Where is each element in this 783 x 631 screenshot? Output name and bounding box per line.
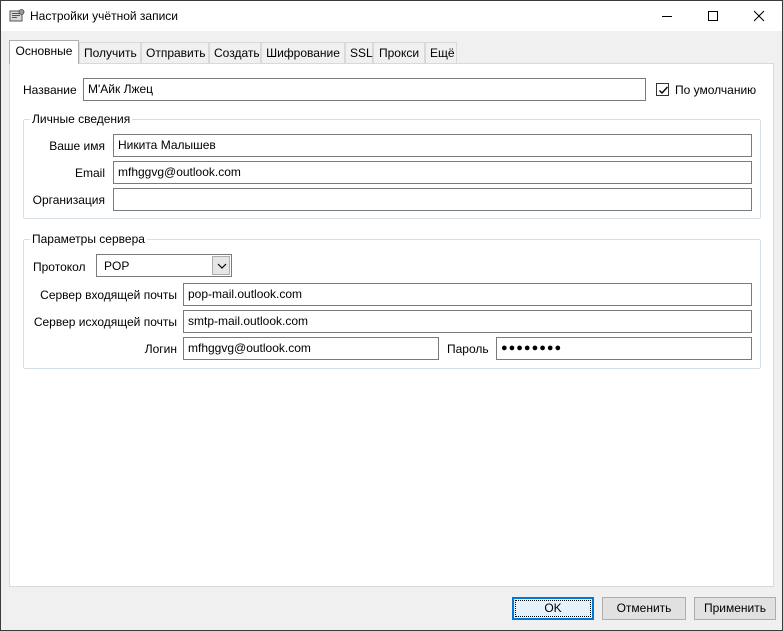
chevron-down-icon	[217, 263, 227, 269]
title-bar[interactable]: Настройки учётной записи	[1, 1, 782, 31]
protocol-dropdown-button[interactable]	[212, 256, 230, 275]
ok-button-label: OK	[544, 601, 562, 615]
tab-ssl[interactable]: SSL	[345, 42, 373, 63]
ok-button[interactable]: OK	[512, 597, 594, 620]
incoming-server-input[interactable]: pop-mail.outlook.com	[183, 283, 752, 306]
apply-button[interactable]: Применить	[694, 597, 776, 620]
close-button[interactable]	[736, 1, 782, 31]
minimize-icon	[662, 16, 672, 17]
password-label: Пароль	[447, 342, 489, 356]
tab-general[interactable]: Основные	[9, 40, 79, 64]
tab-encryption[interactable]: Шифрование	[261, 42, 345, 63]
email-input[interactable]: mfhggvg@outlook.com	[113, 161, 752, 184]
maximize-icon	[708, 11, 718, 21]
protocol-label: Протокол	[33, 260, 86, 274]
tab-receive[interactable]: Получить	[79, 42, 141, 63]
server-settings-title: Параметры сервера	[30, 232, 147, 246]
email-label: Email	[74, 166, 105, 180]
default-checkbox[interactable]	[656, 83, 669, 96]
account-settings-window: Настройки учётной записи Основные Получи…	[0, 0, 783, 631]
minimize-button[interactable]	[644, 1, 690, 31]
your-name-label: Ваше имя	[49, 139, 105, 153]
tab-compose[interactable]: Создать	[209, 42, 261, 63]
maximize-button[interactable]	[690, 1, 736, 31]
personal-info-title: Личные сведения	[30, 112, 133, 126]
outgoing-server-label: Сервер исходящей почты	[33, 315, 177, 329]
general-tab-panel: Название М'Айк Лжец По умолчанию Личные …	[9, 63, 774, 587]
account-name-input[interactable]: М'Айк Лжец	[83, 78, 646, 101]
protocol-select-value: POP	[104, 259, 130, 273]
window-title: Настройки учётной записи	[30, 9, 179, 23]
cancel-button[interactable]: Отменить	[602, 597, 686, 620]
close-icon	[753, 10, 765, 22]
your-name-input[interactable]: Никита Малышев	[113, 134, 752, 157]
tab-more[interactable]: Ещё	[425, 42, 457, 63]
checkmark-icon	[659, 86, 669, 95]
account-settings-icon	[9, 8, 25, 24]
protocol-select[interactable]: POP	[96, 254, 232, 277]
login-label: Логин	[144, 342, 177, 356]
name-label: Название	[23, 83, 77, 97]
organization-input[interactable]	[113, 188, 752, 211]
tab-proxy[interactable]: Прокси	[373, 42, 425, 63]
outgoing-server-input[interactable]: smtp-mail.outlook.com	[183, 310, 752, 333]
default-checkbox-label: По умолчанию	[675, 83, 757, 97]
tab-send[interactable]: Отправить	[141, 42, 209, 63]
incoming-server-label: Сервер входящей почты	[40, 288, 177, 302]
password-input[interactable]: ●●●●●●●●	[496, 337, 752, 360]
login-input[interactable]: mfhggvg@outlook.com	[183, 337, 439, 360]
organization-label: Организация	[32, 193, 105, 207]
